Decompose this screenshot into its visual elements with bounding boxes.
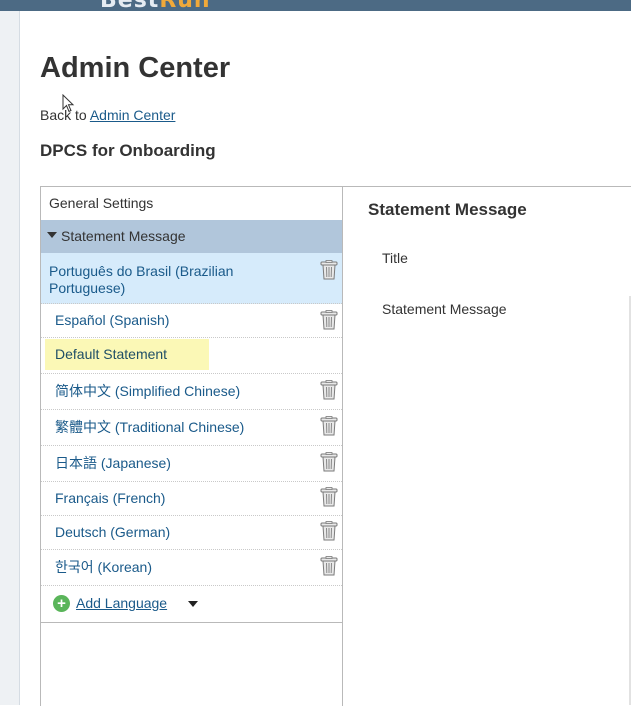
trash-icon[interactable] bbox=[320, 380, 338, 400]
triangle-down-icon bbox=[47, 232, 57, 238]
language-item-pt-br[interactable]: Português do Brasil (Brazilian Portugues… bbox=[41, 253, 342, 304]
default-statement-badge: Default Statement bbox=[45, 339, 209, 370]
statement-message-label: Statement Message bbox=[61, 228, 186, 244]
plus-circle-icon[interactable]: + bbox=[53, 595, 70, 612]
language-item-es[interactable]: Español (Spanish) bbox=[41, 304, 342, 338]
trash-icon[interactable] bbox=[320, 487, 338, 507]
section-title: DPCS for Onboarding bbox=[40, 141, 216, 161]
language-item-ja[interactable]: 日本語 (Japanese) bbox=[41, 446, 342, 482]
breadcrumb: Back to Admin Center bbox=[40, 107, 175, 123]
page-title: Admin Center bbox=[40, 52, 230, 85]
language-item-de[interactable]: Deutsch (German) bbox=[41, 516, 342, 550]
language-label: 简体中文 (Simplified Chinese) bbox=[41, 374, 342, 409]
trash-icon[interactable] bbox=[320, 310, 338, 330]
trash-icon[interactable] bbox=[320, 260, 338, 280]
caret-down-icon[interactable] bbox=[188, 601, 198, 607]
language-label: 한국어 (Korean) bbox=[41, 550, 342, 585]
statement-nav-panel: General Settings Statement Message Portu… bbox=[40, 186, 343, 706]
add-language-row: + Add Language bbox=[41, 586, 342, 623]
add-language-link[interactable]: Add Language bbox=[76, 595, 167, 611]
general-settings-item[interactable]: General Settings bbox=[41, 187, 342, 220]
admin-center-link[interactable]: Admin Center bbox=[90, 107, 176, 123]
trash-icon[interactable] bbox=[320, 452, 338, 472]
language-item-fr[interactable]: Français (French) bbox=[41, 482, 342, 516]
language-item-ko[interactable]: 한국어 (Korean) bbox=[41, 550, 342, 586]
statement-message-title: Statement Message bbox=[368, 200, 527, 220]
statement-message-field-label: Statement Message bbox=[382, 301, 507, 317]
trash-icon[interactable] bbox=[320, 556, 338, 576]
default-statement-row: Default Statement bbox=[41, 338, 342, 374]
language-label: Français (French) bbox=[41, 482, 342, 515]
left-edge-strip bbox=[0, 11, 20, 705]
language-label: 繁體中文 (Traditional Chinese) bbox=[41, 410, 342, 445]
language-label: Português do Brasil (Brazilian Portugues… bbox=[41, 253, 342, 297]
panel-top-border bbox=[342, 186, 631, 187]
language-item-zh-cn[interactable]: 简体中文 (Simplified Chinese) bbox=[41, 374, 342, 410]
top-header-bar: BestRun bbox=[0, 0, 631, 11]
logo-text-accent: Run bbox=[159, 0, 210, 11]
language-label: Deutsch (German) bbox=[41, 516, 342, 549]
statement-message-header[interactable]: Statement Message bbox=[41, 220, 342, 253]
trash-icon[interactable] bbox=[320, 521, 338, 541]
language-label: Español (Spanish) bbox=[41, 304, 342, 337]
trash-icon[interactable] bbox=[320, 416, 338, 436]
title-field-label: Title bbox=[382, 250, 408, 266]
language-item-zh-tw[interactable]: 繁體中文 (Traditional Chinese) bbox=[41, 410, 342, 446]
language-label: 日本語 (Japanese) bbox=[41, 446, 342, 481]
back-prefix: Back to bbox=[40, 107, 87, 123]
logo-text: Best bbox=[100, 0, 159, 11]
logo: BestRun bbox=[100, 0, 211, 11]
